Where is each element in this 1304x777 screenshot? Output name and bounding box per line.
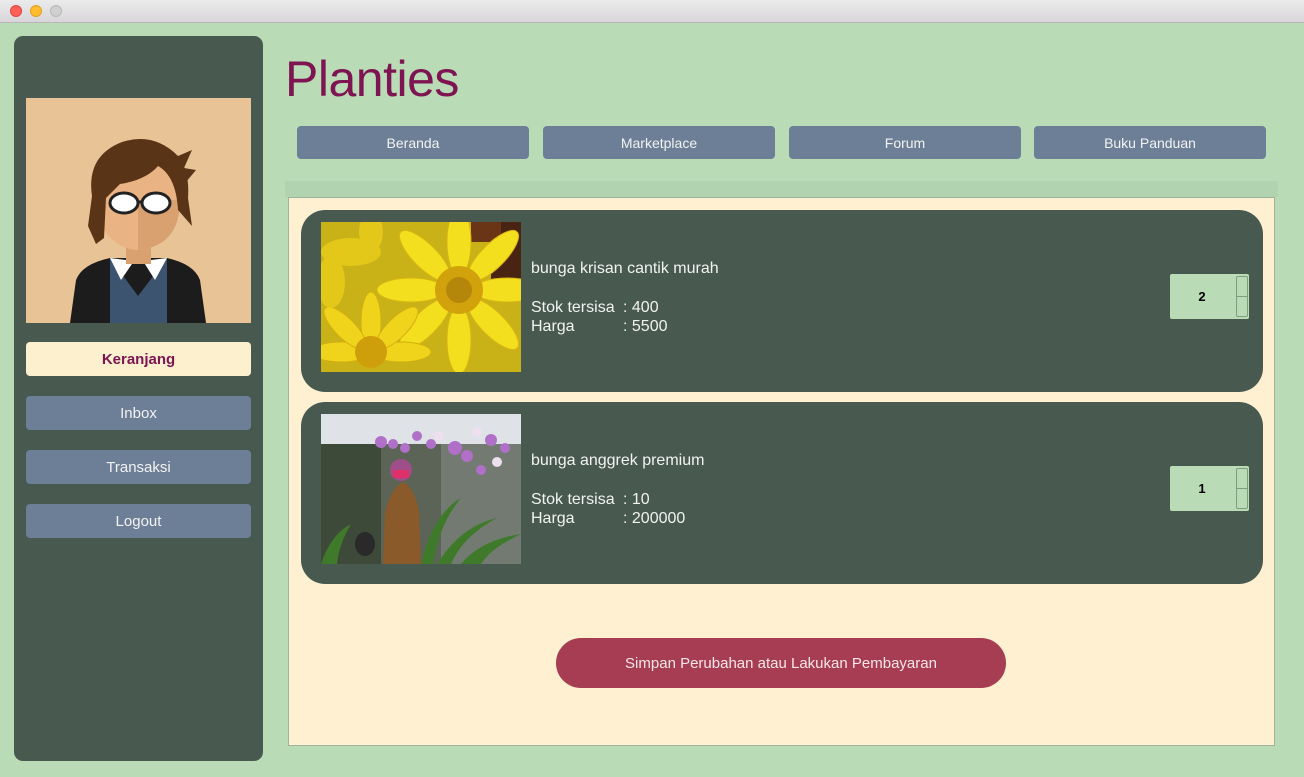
content-header-strip xyxy=(285,181,1278,197)
zoom-window-button[interactable] xyxy=(50,5,62,17)
product-details: Stok tersisa : 400 Harga : 5500 xyxy=(531,298,667,336)
product-image-chrysanthemum xyxy=(321,222,521,372)
orchid-photo xyxy=(321,414,521,564)
stock-label: Stok tersisa xyxy=(531,299,615,316)
decrement-arrow-icon[interactable] xyxy=(1237,489,1247,509)
quantity-value[interactable]: 1 xyxy=(1170,466,1234,511)
sidebar-item-keranjang[interactable]: Keranjang xyxy=(26,342,251,376)
quantity-value[interactable]: 2 xyxy=(1170,274,1234,319)
price-value: : 200000 xyxy=(623,510,686,527)
sidebar: Keranjang Inbox Transaksi Logout xyxy=(14,36,263,761)
price-value: : 5500 xyxy=(623,318,668,335)
product-details: Stok tersisa : 10 Harga : 200000 xyxy=(531,490,685,528)
increment-arrow-icon[interactable] xyxy=(1237,277,1247,297)
stock-value: : 400 xyxy=(623,299,659,316)
user-avatar xyxy=(26,98,251,323)
cart-item-card: bunga krisan cantik murah Stok tersisa :… xyxy=(301,210,1263,392)
product-name: bunga anggrek premium xyxy=(531,452,705,469)
product-name: bunga krisan cantik murah xyxy=(531,260,719,277)
cart-panel: bunga krisan cantik murah Stok tersisa :… xyxy=(288,197,1275,746)
stock-label: Stok tersisa xyxy=(531,491,615,508)
nav-tab-forum[interactable]: Forum xyxy=(789,126,1021,159)
stepper-arrows xyxy=(1236,468,1248,509)
quantity-stepper[interactable]: 1 xyxy=(1170,466,1249,511)
increment-arrow-icon[interactable] xyxy=(1237,469,1247,489)
page-title: Planties xyxy=(285,51,459,107)
minimize-window-button[interactable] xyxy=(30,5,42,17)
quantity-stepper[interactable]: 2 xyxy=(1170,274,1249,319)
nav-tab-buku-panduan[interactable]: Buku Panduan xyxy=(1034,126,1266,159)
price-label: Harga xyxy=(531,318,575,335)
price-label: Harga xyxy=(531,510,575,527)
nav-tab-marketplace[interactable]: Marketplace xyxy=(543,126,775,159)
product-image-orchid xyxy=(321,414,521,564)
sidebar-item-inbox[interactable]: Inbox xyxy=(26,396,251,430)
sidebar-item-transaksi[interactable]: Transaksi xyxy=(26,450,251,484)
save-or-pay-button[interactable]: Simpan Perubahan atau Lakukan Pembayaran xyxy=(556,638,1006,688)
cart-item-card: bunga anggrek premium Stok tersisa : 10 … xyxy=(301,402,1263,584)
app-window: Keranjang Inbox Transaksi Logout Plantie… xyxy=(0,23,1304,777)
nav-tab-beranda[interactable]: Beranda xyxy=(297,126,529,159)
window-titlebar xyxy=(0,0,1304,23)
chrysanthemum-photo xyxy=(321,222,521,372)
stepper-arrows xyxy=(1236,276,1248,317)
decrement-arrow-icon[interactable] xyxy=(1237,297,1247,317)
stock-value: : 10 xyxy=(623,491,650,508)
close-window-button[interactable] xyxy=(10,5,22,17)
user-avatar-illustration xyxy=(26,98,251,323)
sidebar-item-logout[interactable]: Logout xyxy=(26,504,251,538)
